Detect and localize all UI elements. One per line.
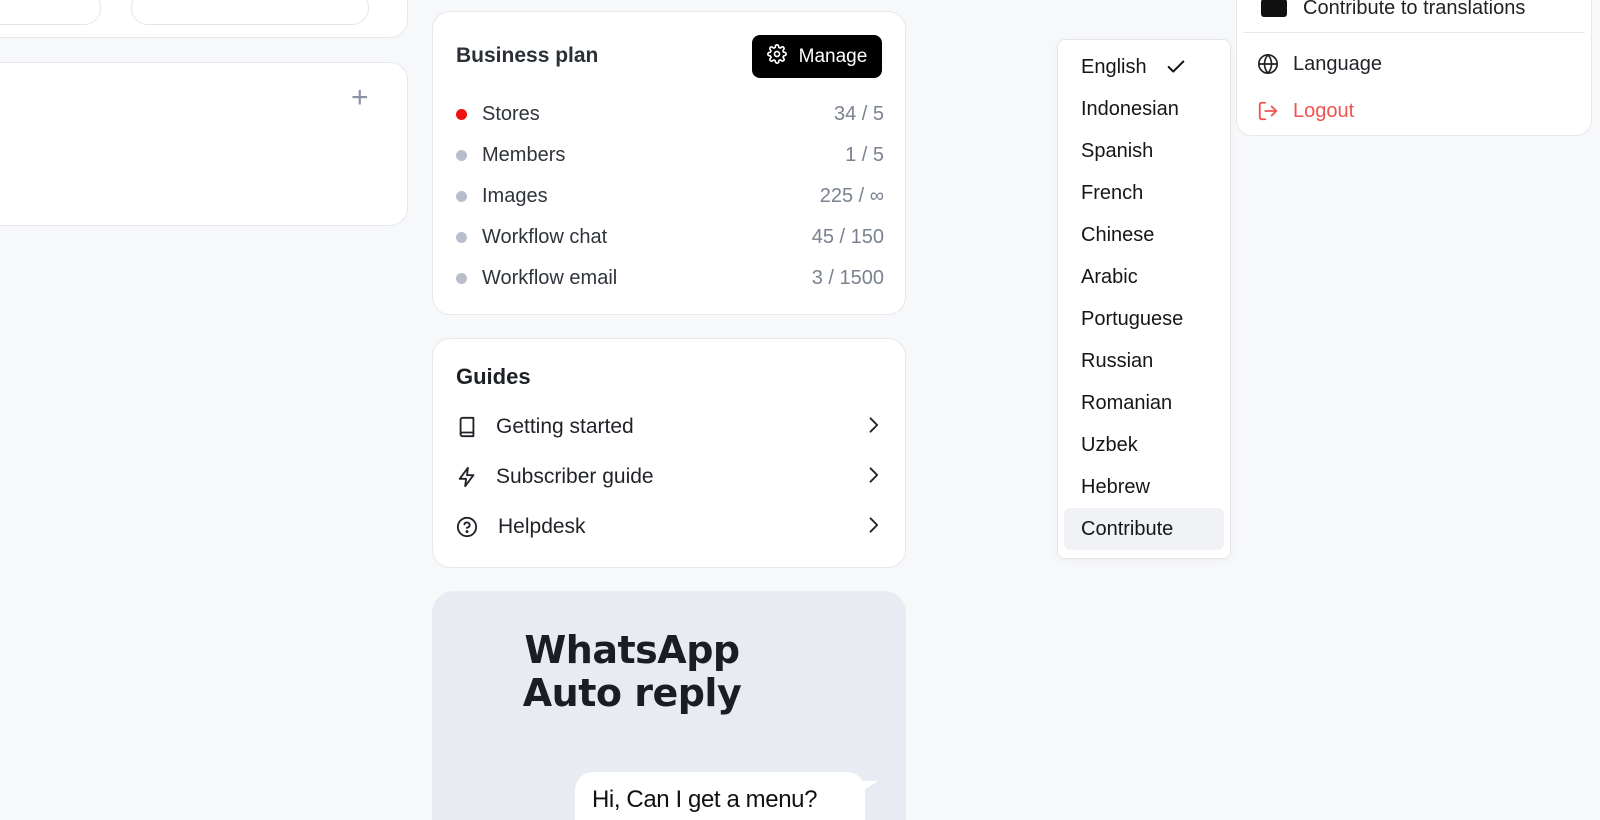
left-pill-button[interactable] [0, 0, 101, 25]
menu-divider [1243, 32, 1585, 33]
language-menu-label: Language [1293, 52, 1382, 75]
plan-row-value: 34 / 5 [833, 102, 884, 125]
plus-icon[interactable]: + [351, 83, 369, 113]
guide-item-label: Subscriber guide [496, 465, 654, 488]
language-option-contribute[interactable]: Contribute [1064, 508, 1224, 550]
language-option-label: Portuguese [1081, 307, 1184, 330]
language-option-russian[interactable]: Russian [1064, 340, 1224, 382]
language-option-indonesian[interactable]: Indonesian [1064, 88, 1224, 130]
plan-row-value: 1 / 5 [845, 143, 884, 166]
language-option-label: Russian [1081, 349, 1154, 372]
business-plan-card: Business plan Manage Stores 34 / 5 Membe… [432, 11, 906, 315]
promo-headline: WhatsApp Auto reply [432, 629, 832, 715]
language-option-english[interactable]: English [1064, 46, 1224, 88]
guide-item-helpdesk[interactable]: Helpdesk [455, 509, 883, 545]
plan-row-label: Workflow chat [482, 225, 608, 248]
chevron-right-icon [863, 515, 883, 540]
language-option-label: Contribute [1081, 517, 1174, 540]
language-option-uzbek[interactable]: Uzbek [1064, 424, 1224, 466]
language-option-label: Spanish [1081, 139, 1154, 162]
left-pill-button[interactable] [131, 0, 369, 25]
check-icon [1165, 56, 1187, 78]
plan-title: Business plan [456, 44, 599, 67]
plan-row-value: 225 / ∞ [819, 184, 884, 207]
plan-row-workflow-chat: Workflow chat 45 / 150 [456, 222, 884, 252]
chevron-right-icon [863, 415, 883, 440]
language-option-label: English [1081, 55, 1147, 78]
chat-bubble-tail [856, 781, 878, 795]
manage-button-label: Manage [798, 45, 868, 67]
contribute-translations-label: Contribute to translations [1303, 0, 1526, 19]
language-option-label: Indonesian [1081, 97, 1179, 120]
gear-icon [766, 43, 787, 70]
plan-row-label: Stores [482, 102, 540, 125]
language-option-label: French [1081, 181, 1144, 204]
plan-row-label: Workflow email [482, 266, 618, 289]
guides-title: Guides [456, 364, 531, 389]
plan-row-workflow-email: Workflow email 3 / 1500 [456, 263, 884, 293]
manage-button[interactable]: Manage [752, 35, 882, 78]
chat-bubble: Hi, Can I get a menu? [575, 772, 865, 820]
language-option-label: Romanian [1081, 391, 1173, 414]
help-circle-icon [455, 515, 479, 539]
status-dot [456, 108, 467, 120]
guide-item-getting-started[interactable]: Getting started [455, 409, 883, 445]
language-option-label: Hebrew [1081, 475, 1150, 498]
plan-row-label: Images [482, 184, 548, 207]
promo-headline-line: Auto reply [522, 671, 742, 715]
language-option-hebrew[interactable]: Hebrew [1064, 466, 1224, 508]
language-option-label: Chinese [1081, 223, 1155, 246]
plan-row-members: Members 1 / 5 [456, 140, 884, 170]
logout-icon [1258, 101, 1278, 121]
language-option-label: Uzbek [1081, 433, 1138, 456]
language-option-spanish[interactable]: Spanish [1064, 130, 1224, 172]
language-option-romanian[interactable]: Romanian [1064, 382, 1224, 424]
guides-card: Guides Getting started Subscriber guide [432, 338, 906, 568]
left-middle-card: + [0, 62, 408, 226]
translate-icon [1261, 0, 1287, 17]
plan-row-images: Images 225 / ∞ [456, 181, 884, 211]
guide-item-label: Getting started [496, 415, 634, 438]
language-option-french[interactable]: French [1064, 172, 1224, 214]
left-top-card [0, 0, 408, 38]
status-dot [456, 231, 467, 243]
status-dot [456, 190, 467, 202]
lightning-icon [455, 465, 479, 489]
language-option-label: Arabic [1081, 265, 1138, 288]
status-dot [456, 272, 467, 284]
guide-item-label: Helpdesk [498, 515, 586, 538]
whatsapp-promo-banner[interactable]: WhatsApp Auto reply Hi, Can I get a menu… [432, 591, 906, 820]
language-option-chinese[interactable]: Chinese [1064, 214, 1224, 256]
plan-row-label: Members [482, 143, 566, 166]
status-dot [456, 149, 467, 161]
globe-icon [1258, 54, 1278, 74]
chevron-right-icon [863, 465, 883, 490]
plan-row-value: 3 / 1500 [811, 266, 884, 289]
language-menu-item[interactable]: Language [1257, 48, 1382, 80]
logout-menu-item[interactable]: Logout [1257, 95, 1354, 127]
logout-menu-label: Logout [1293, 99, 1355, 122]
plan-row-stores: Stores 34 / 5 [456, 99, 884, 129]
language-dropdown: English Indonesian Spanish French Chines… [1057, 39, 1231, 559]
contribute-translations-item[interactable]: Contribute to translations [1261, 0, 1525, 21]
language-option-arabic[interactable]: Arabic [1064, 256, 1224, 298]
account-menu: Contribute to translations Language Logo… [1236, 0, 1592, 136]
guide-item-subscriber-guide[interactable]: Subscriber guide [455, 459, 883, 495]
plan-row-value: 45 / 150 [811, 225, 884, 248]
promo-headline-line: WhatsApp [524, 628, 740, 672]
book-icon [455, 415, 479, 439]
language-option-portuguese[interactable]: Portuguese [1064, 298, 1224, 340]
